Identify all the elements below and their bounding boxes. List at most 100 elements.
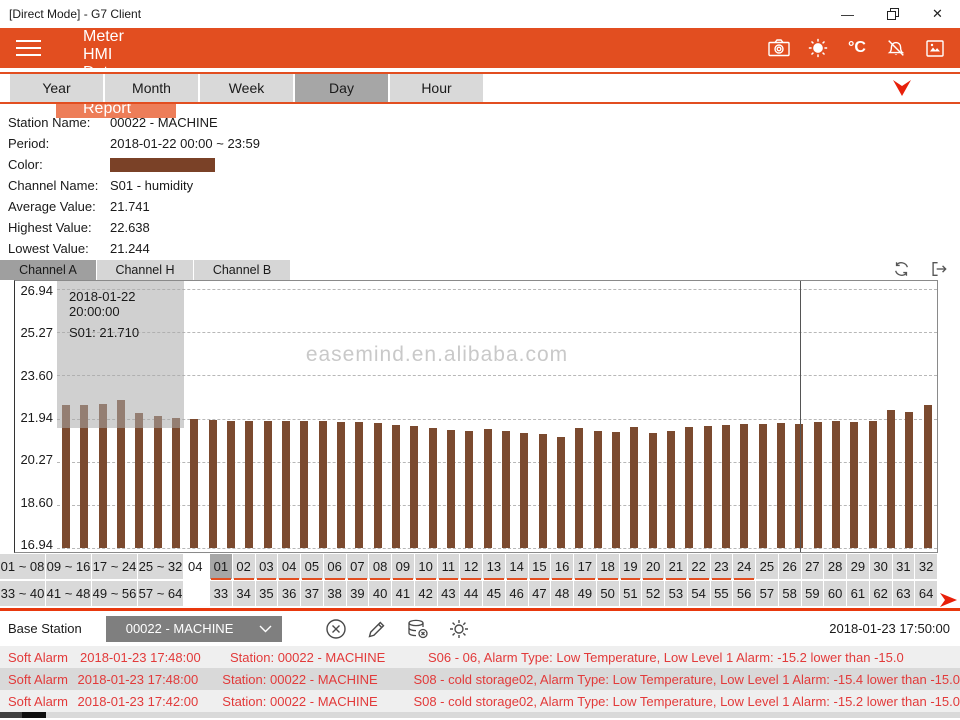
channel-tab[interactable]: Channel B (194, 260, 290, 280)
alarm-row[interactable]: Soft Alarm 2018-01-23 17:42:00 Station: … (0, 690, 960, 712)
hour-button[interactable]: 59 (802, 581, 824, 606)
period-tab[interactable]: Year (10, 74, 103, 102)
hour-button[interactable]: 38 (324, 581, 346, 606)
nav-item[interactable]: Meter (56, 28, 176, 46)
menu-icon[interactable] (0, 28, 56, 68)
hour-button[interactable]: 36 (278, 581, 300, 606)
hour-button[interactable]: 09 (392, 554, 414, 579)
hour-button[interactable]: 37 (301, 581, 323, 606)
hour-button[interactable]: 32 (915, 554, 937, 579)
hour-button[interactable]: 64 (915, 581, 937, 606)
hour-button[interactable]: 14 (506, 554, 528, 579)
hour-button[interactable]: 56 (733, 581, 755, 606)
range-button[interactable]: 57 ~ 64 (138, 581, 183, 606)
temperature-unit-label[interactable]: °C (842, 35, 872, 61)
channel-tab[interactable]: Channel H (97, 260, 193, 280)
hour-button[interactable]: 22 (688, 554, 710, 579)
scrollbar-track[interactable] (46, 712, 960, 718)
hour-button[interactable]: 12 (460, 554, 482, 579)
hour-button[interactable]: 20 (642, 554, 664, 579)
hour-button[interactable]: 15 (529, 554, 551, 579)
hour-button[interactable]: 44 (460, 581, 482, 606)
hour-button[interactable]: 45 (483, 581, 505, 606)
hour-button[interactable]: 13 (483, 554, 505, 579)
hour-button[interactable]: 63 (893, 581, 915, 606)
export-icon[interactable] (929, 260, 948, 278)
settings-gear-icon[interactable] (447, 617, 471, 641)
hour-button[interactable]: 03 (256, 554, 278, 579)
hour-button[interactable]: 06 (324, 554, 346, 579)
hour-button[interactable]: 21 (665, 554, 687, 579)
hour-button[interactable]: 33 (210, 581, 232, 606)
range-button[interactable]: 33 ~ 40 (0, 581, 45, 606)
hour-button[interactable]: 26 (779, 554, 801, 579)
range-button[interactable]: 01 ~ 08 (0, 554, 45, 579)
edit-pencil-icon[interactable] (365, 617, 389, 641)
hour-button[interactable]: 60 (824, 581, 846, 606)
hour-button[interactable]: 07 (347, 554, 369, 579)
hour-button[interactable]: 46 (506, 581, 528, 606)
hour-button[interactable]: 10 (415, 554, 437, 579)
hour-button[interactable]: 16 (551, 554, 573, 579)
alarm-row[interactable]: Soft Alarm 2018-01-23 17:48:00 Station: … (0, 668, 960, 690)
hour-button[interactable]: 18 (597, 554, 619, 579)
hour-button[interactable]: 47 (529, 581, 551, 606)
cancel-circle-icon[interactable] (324, 617, 348, 641)
refresh-icon[interactable] (892, 260, 911, 278)
hour-button[interactable]: 48 (551, 581, 573, 606)
alarm-mute-icon[interactable] (881, 35, 911, 61)
hour-button[interactable]: 54 (688, 581, 710, 606)
period-tab[interactable]: Week (200, 74, 293, 102)
scroll-right-arrow-icon[interactable] (938, 589, 960, 611)
nav-item[interactable]: HMI (56, 46, 176, 64)
hour-button[interactable]: 19 (620, 554, 642, 579)
hour-button[interactable]: 58 (779, 581, 801, 606)
hour-button[interactable]: 23 (711, 554, 733, 579)
scrollbar-left-button[interactable] (0, 712, 22, 718)
hour-button[interactable]: 62 (870, 581, 892, 606)
hour-button[interactable]: 17 (574, 554, 596, 579)
horizontal-scrollbar[interactable] (0, 712, 960, 718)
hour-button[interactable]: 29 (847, 554, 869, 579)
hour-button[interactable]: 04 (278, 554, 300, 579)
hour-button[interactable]: 51 (620, 581, 642, 606)
hour-button[interactable]: 30 (870, 554, 892, 579)
hour-button[interactable]: 53 (665, 581, 687, 606)
hour-button[interactable]: 50 (597, 581, 619, 606)
hour-button[interactable]: 55 (711, 581, 733, 606)
range-button[interactable]: 17 ~ 24 (92, 554, 137, 579)
brightness-icon[interactable] (803, 35, 833, 61)
range-button[interactable]: 25 ~ 32 (138, 554, 183, 579)
period-tab[interactable]: Day (295, 74, 388, 102)
close-button[interactable]: ✕ (915, 0, 960, 28)
hour-button[interactable]: 35 (256, 581, 278, 606)
range-button[interactable]: 49 ~ 56 (92, 581, 137, 606)
hour-button[interactable]: 42 (415, 581, 437, 606)
hour-button[interactable]: 41 (392, 581, 414, 606)
base-station-dropdown[interactable]: 00022 - MACHINE (106, 616, 282, 642)
channel-tab[interactable]: Channel A (0, 260, 96, 280)
camera-icon[interactable] (764, 35, 794, 61)
hour-button[interactable]: 39 (347, 581, 369, 606)
hour-button[interactable]: 52 (642, 581, 664, 606)
range-button[interactable]: 41 ~ 48 (46, 581, 91, 606)
hour-button[interactable]: 08 (369, 554, 391, 579)
hour-button[interactable]: 57 (756, 581, 778, 606)
range-button[interactable]: 09 ~ 16 (46, 554, 91, 579)
alarm-row[interactable]: Soft Alarm 2018-01-23 17:48:00 Station: … (0, 646, 960, 668)
hour-button[interactable]: 31 (893, 554, 915, 579)
restore-button[interactable] (870, 0, 915, 28)
hour-button[interactable]: 01 (210, 554, 232, 579)
hour-button[interactable]: 40 (369, 581, 391, 606)
database-delete-icon[interactable] (406, 617, 430, 641)
hour-button[interactable]: 02 (233, 554, 255, 579)
hour-button[interactable]: 25 (756, 554, 778, 579)
scrollbar-thumb[interactable] (22, 712, 46, 718)
minimize-button[interactable]: — (825, 0, 870, 28)
hour-button[interactable]: 27 (802, 554, 824, 579)
period-tab[interactable]: Month (105, 74, 198, 102)
hour-button[interactable]: 49 (574, 581, 596, 606)
period-tab[interactable]: Hour (390, 74, 483, 102)
hour-button[interactable]: 11 (438, 554, 460, 579)
hour-button[interactable]: 61 (847, 581, 869, 606)
